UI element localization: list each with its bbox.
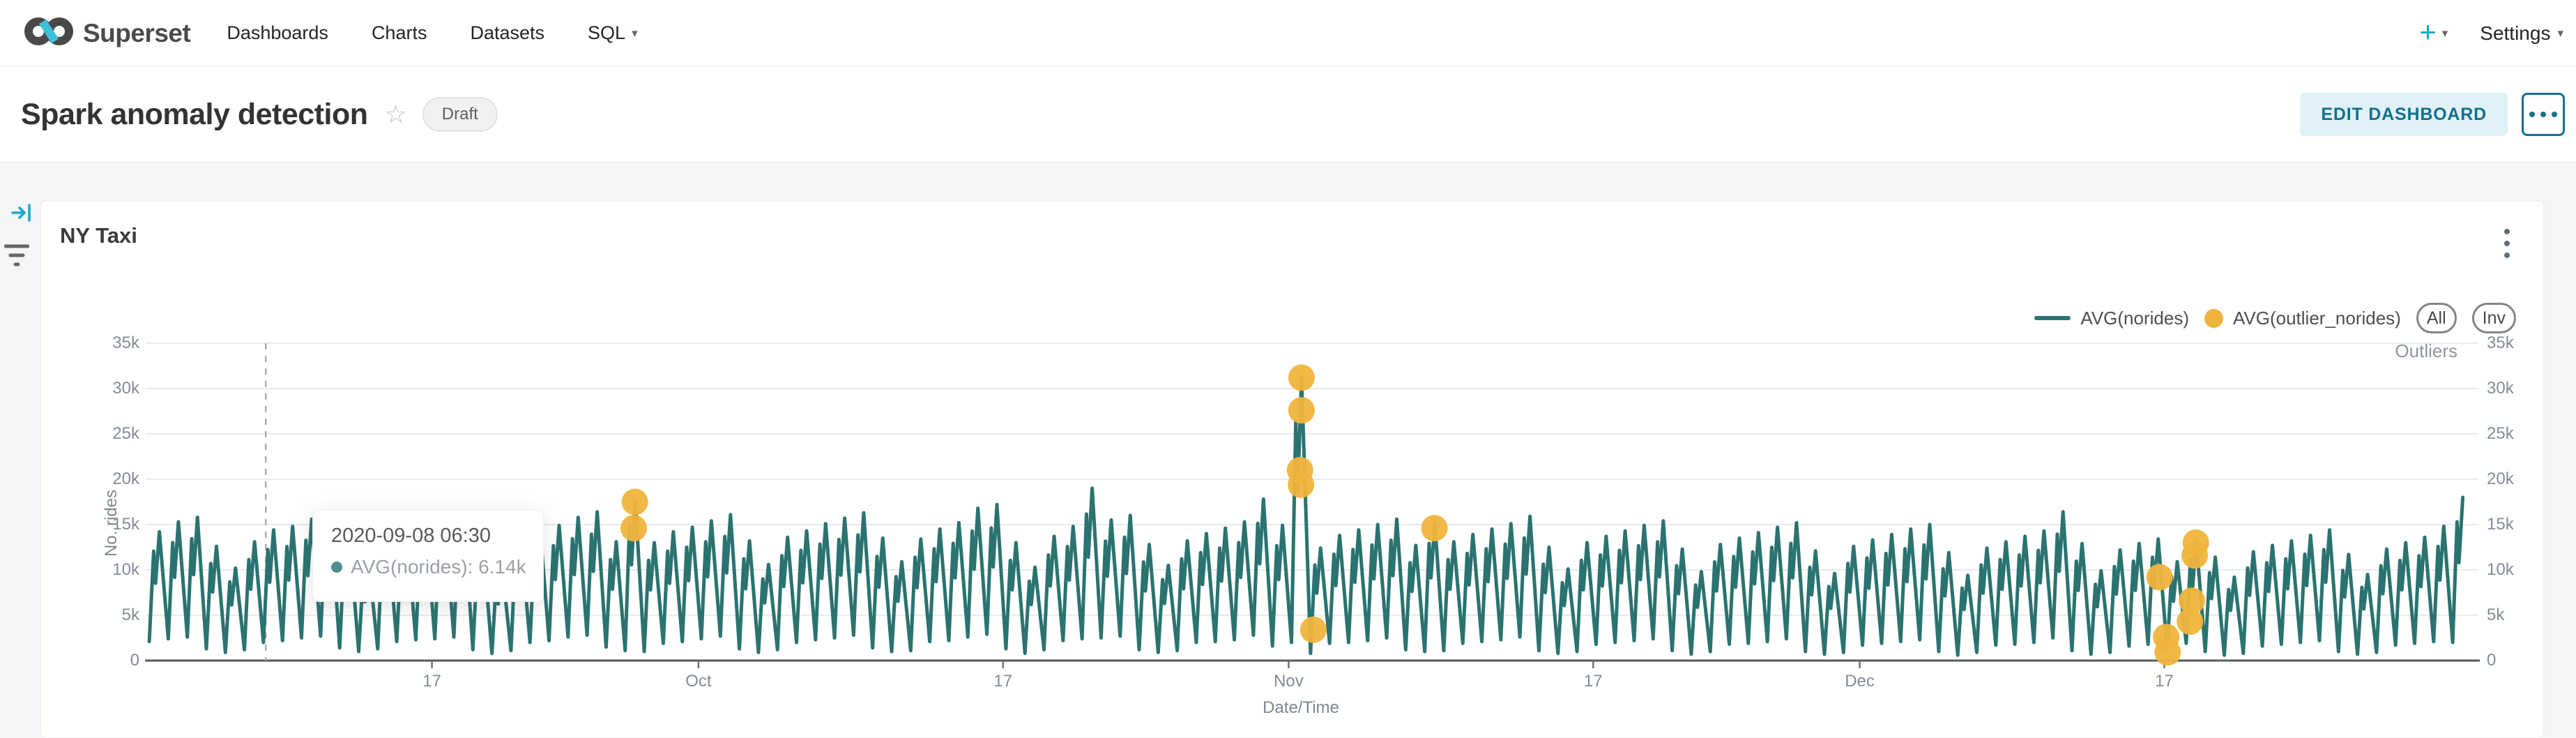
superset-logo[interactable]: Superset bbox=[23, 15, 190, 52]
nav-right-controls: + ▾ Settings ▾ bbox=[2419, 20, 2563, 47]
settings-menu[interactable]: Settings ▾ bbox=[2480, 22, 2563, 45]
expand-filter-bar-icon[interactable] bbox=[11, 202, 32, 227]
nav-item-charts[interactable]: Charts bbox=[372, 22, 427, 44]
nav-menu: Dashboards Charts Datasets SQL ▾ bbox=[227, 22, 637, 44]
new-item-button[interactable]: + ▾ bbox=[2419, 20, 2448, 47]
legend-item-avg-norides[interactable]: AVG(norides) bbox=[2034, 308, 2189, 329]
kebab-icon bbox=[2504, 229, 2510, 234]
legend-select-all-button[interactable]: All bbox=[2416, 303, 2457, 333]
circle-swatch-icon bbox=[2204, 309, 2223, 328]
line-swatch-icon bbox=[2034, 316, 2071, 320]
chart-card-ny-taxi: NY Taxi AVG(norides) AVG(outlier_norides… bbox=[40, 200, 2544, 738]
legend-item-avg-outlier-norides[interactable]: AVG(outlier_norides) bbox=[2204, 308, 2401, 329]
filter-funnel-icon[interactable] bbox=[4, 242, 29, 273]
edit-dashboard-button[interactable]: EDIT DASHBOARD bbox=[2300, 93, 2508, 136]
superset-app-window: Superset Dashboards Charts Datasets SQL … bbox=[0, 0, 2576, 738]
dashboard-header: Spark anomaly detection ☆ Draft EDIT DAS… bbox=[0, 67, 2576, 163]
caret-down-icon: ▾ bbox=[2557, 27, 2563, 39]
nav-item-datasets[interactable]: Datasets bbox=[470, 22, 544, 44]
header-actions: EDIT DASHBOARD bbox=[2300, 93, 2565, 136]
chart-kebab-menu[interactable] bbox=[2501, 226, 2513, 261]
legend-item-outliers[interactable]: Outliers bbox=[2395, 340, 2457, 362]
ellipsis-icon bbox=[2529, 112, 2535, 117]
legend-inverse-button[interactable]: Inv bbox=[2472, 303, 2516, 333]
status-badge: Draft bbox=[422, 97, 498, 132]
chart-legend: AVG(norides) AVG(outlier_norides) All In… bbox=[2034, 303, 2516, 333]
nav-item-sql[interactable]: SQL ▾ bbox=[588, 22, 638, 44]
brand-wordmark: Superset bbox=[83, 19, 190, 48]
caret-down-icon: ▾ bbox=[632, 27, 638, 39]
chart-title: NY Taxi bbox=[60, 223, 137, 248]
dashboard-body: NY Taxi AVG(norides) AVG(outlier_norides… bbox=[0, 163, 2576, 738]
favorite-star-icon[interactable]: ☆ bbox=[385, 100, 407, 129]
infinity-logo-icon bbox=[23, 15, 75, 52]
plus-icon: + bbox=[2419, 17, 2437, 47]
top-navbar: Superset Dashboards Charts Datasets SQL … bbox=[0, 0, 2576, 67]
page-title: Spark anomaly detection bbox=[21, 98, 368, 132]
nav-item-dashboards[interactable]: Dashboards bbox=[227, 22, 328, 44]
caret-down-icon: ▾ bbox=[2442, 27, 2448, 39]
more-actions-button[interactable] bbox=[2522, 93, 2565, 136]
